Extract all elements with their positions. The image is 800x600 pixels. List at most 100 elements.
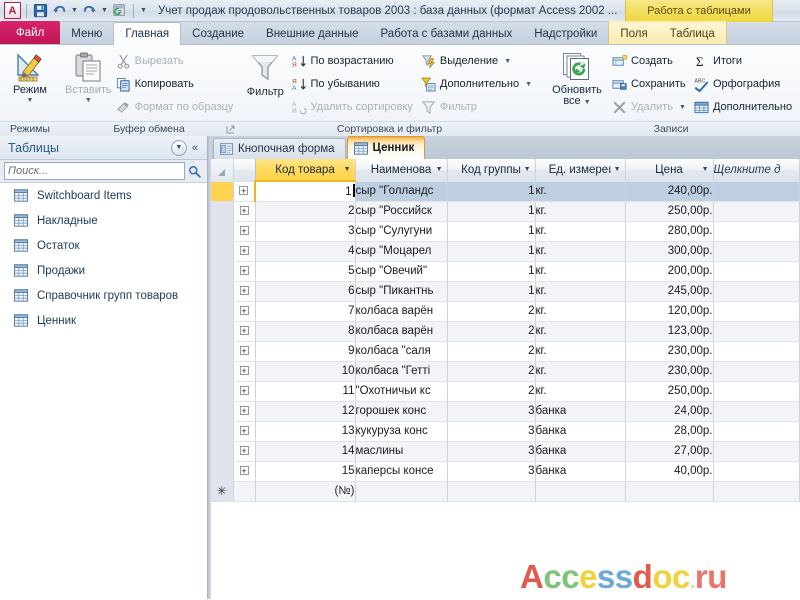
cell-tsena[interactable]: 24,00р. bbox=[625, 401, 714, 422]
row-expand-cell[interactable]: + bbox=[233, 321, 256, 342]
totals-button[interactable]: Σ Итоги bbox=[690, 50, 796, 72]
row-selector[interactable] bbox=[211, 281, 234, 302]
chevron-down-icon[interactable]: ▼ bbox=[344, 166, 351, 173]
table-row[interactable]: + 7 колбаса варён 2 кг. 120,00р. bbox=[211, 301, 800, 322]
row-expand-cell[interactable]: + bbox=[233, 361, 256, 382]
table-row[interactable]: + 11 "Охотничьи кс 2 кг. 250,00р. bbox=[211, 381, 800, 402]
tab-fields[interactable]: Поля bbox=[609, 23, 659, 44]
cell-kod-gruppy[interactable]: 1 bbox=[447, 261, 536, 282]
cell-naimenovanie[interactable]: сыр "Моцарел bbox=[355, 241, 448, 262]
tab-file[interactable]: Файл bbox=[0, 21, 61, 44]
sort-ascending-button[interactable]: АЯ По возрастанию bbox=[288, 50, 417, 72]
table-row[interactable]: + 9 колбаса "саля 2 кг. 230,00р. bbox=[211, 341, 800, 362]
cell-kod-tovara[interactable]: 9 bbox=[255, 341, 356, 362]
cell-ed-izmereniya[interactable]: кг. bbox=[535, 201, 626, 222]
cell-naimenovanie[interactable]: колбаса "Гетті bbox=[355, 361, 448, 382]
cell-ed-izmereniya[interactable]: кг. bbox=[535, 221, 626, 242]
customize-qat-icon[interactable]: ▼ bbox=[139, 2, 148, 19]
cell-ed-izmereniya[interactable]: кг. bbox=[535, 321, 626, 342]
expand-plus-icon[interactable]: + bbox=[239, 326, 249, 336]
row-selector[interactable] bbox=[211, 421, 234, 442]
cell-kod-gruppy[interactable]: 3 bbox=[447, 441, 536, 462]
table-row[interactable]: + 1 сыр "Голландс 1 кг. 240,00р. bbox=[211, 180, 800, 202]
table-row[interactable]: + 14 маслины 3 банка 27,00р. bbox=[211, 441, 800, 462]
column-header-tsena[interactable]: Цена ▼ bbox=[625, 159, 714, 182]
cell-kod-gruppy[interactable]: 2 bbox=[447, 301, 536, 322]
cell-naimenovanie[interactable]: горошек конс bbox=[355, 401, 448, 422]
cell-ed-izmereniya[interactable]: кг. bbox=[535, 181, 626, 202]
expand-plus-icon[interactable]: + bbox=[239, 286, 249, 296]
cell-naimenovanie[interactable]: "Охотничьи кс bbox=[355, 381, 448, 402]
format-painter-button[interactable]: Формат по образцу bbox=[112, 96, 238, 118]
new-record-cell-kod-tovara[interactable]: (№) bbox=[255, 481, 356, 502]
cell-kod-gruppy[interactable]: 1 bbox=[447, 221, 536, 242]
clear-sort-button[interactable]: АЯ Удалить сортировку bbox=[288, 96, 417, 118]
cell-ed-izmereniya[interactable]: банка bbox=[535, 421, 626, 442]
cell-tsena[interactable]: 230,00р. bbox=[625, 361, 714, 382]
tab-addins[interactable]: Надстройки bbox=[523, 23, 608, 44]
cell-tsena[interactable]: 245,00р. bbox=[625, 281, 714, 302]
cell-tsena[interactable]: 250,00р. bbox=[625, 381, 714, 402]
cell-kod-tovara[interactable]: 12 bbox=[255, 401, 356, 422]
chevron-down-icon[interactable]: ▼ bbox=[614, 166, 621, 173]
table-row[interactable]: + 4 сыр "Моцарел 1 кг. 300,00р. bbox=[211, 241, 800, 262]
cell-tsena[interactable]: 123,00р. bbox=[625, 321, 714, 342]
cell-kod-gruppy[interactable]: 1 bbox=[447, 181, 536, 202]
cell-kod-tovara[interactable]: 7 bbox=[255, 301, 356, 322]
cell-ed-izmereniya[interactable]: кг. bbox=[535, 301, 626, 322]
copy-button[interactable]: Копировать bbox=[112, 73, 238, 95]
row-selector[interactable] bbox=[211, 321, 234, 342]
table-row[interactable]: + 12 горошек конс 3 банка 24,00р. bbox=[211, 401, 800, 422]
collapse-pane-icon[interactable]: « bbox=[187, 142, 203, 154]
cell-kod-gruppy[interactable]: 3 bbox=[447, 401, 536, 422]
cell-tsena[interactable]: 250,00р. bbox=[625, 201, 714, 222]
row-selector[interactable] bbox=[211, 461, 234, 482]
spelling-button[interactable]: ABC Орфография bbox=[690, 73, 796, 95]
tab-database-tools[interactable]: Работа с базами данных bbox=[370, 23, 524, 44]
nav-item-spravochnik-grupp-tovarov[interactable]: Справочник групп товаров bbox=[0, 283, 207, 308]
paste-button[interactable]: Вставить ▼ bbox=[65, 48, 112, 104]
table-row[interactable]: + 15 каперсы консе 3 банка 40,00р. bbox=[211, 461, 800, 482]
cut-button[interactable]: Вырезать bbox=[112, 50, 238, 72]
cell-kod-tovara[interactable]: 1 bbox=[254, 180, 356, 202]
cell-ed-izmereniya[interactable]: банка bbox=[535, 461, 626, 482]
doc-tab-switchboard-form[interactable]: Кнопочная форма bbox=[213, 138, 346, 159]
delete-record-caret-icon[interactable]: ▼ bbox=[679, 104, 686, 111]
row-expand-cell[interactable]: + bbox=[233, 421, 256, 442]
expand-plus-icon[interactable]: + bbox=[239, 266, 249, 276]
cell-tsena[interactable]: 300,00р. bbox=[625, 241, 714, 262]
cell-kod-gruppy[interactable]: 2 bbox=[447, 321, 536, 342]
cell-naimenovanie[interactable]: колбаса варён bbox=[355, 321, 448, 342]
cell-kod-gruppy[interactable]: 1 bbox=[447, 281, 536, 302]
advanced-filter-button[interactable]: Дополнительно ▼ bbox=[417, 73, 536, 95]
row-expand-cell[interactable]: + bbox=[233, 201, 256, 222]
chevron-down-icon[interactable]: ▼ bbox=[171, 139, 187, 156]
cell-naimenovanie[interactable]: маслины bbox=[355, 441, 448, 462]
nav-item-prodazhi[interactable]: Продажи bbox=[0, 258, 207, 283]
chevron-down-icon[interactable]: ▼ bbox=[524, 166, 531, 173]
tab-home[interactable]: Главная bbox=[113, 22, 182, 45]
cell-kod-gruppy[interactable]: 2 bbox=[447, 341, 536, 362]
table-row[interactable]: + 3 сыр "Сулугуни 1 кг. 280,00р. bbox=[211, 221, 800, 242]
new-record-selector[interactable]: ✳ bbox=[211, 481, 234, 502]
navigation-pane-header[interactable]: Таблицы ▼ « bbox=[0, 136, 207, 160]
expand-plus-icon[interactable]: + bbox=[239, 406, 249, 416]
nav-item-nakladnye[interactable]: Накладные bbox=[0, 208, 207, 233]
cell-ed-izmereniya[interactable]: кг. bbox=[535, 241, 626, 262]
cell-kod-gruppy[interactable]: 2 bbox=[447, 361, 536, 382]
cell-kod-tovara[interactable]: 14 bbox=[255, 441, 356, 462]
nav-item-tsennik[interactable]: Ценник bbox=[0, 308, 207, 333]
clipboard-dialog-launcher-icon[interactable] bbox=[226, 124, 235, 134]
redo-icon[interactable] bbox=[81, 2, 98, 19]
search-icon[interactable] bbox=[185, 165, 203, 178]
new-record-cell-ed-izmereniya[interactable] bbox=[535, 481, 626, 502]
row-expand-cell[interactable]: + bbox=[233, 401, 256, 422]
cell-tsena[interactable]: 28,00р. bbox=[625, 421, 714, 442]
row-expand-cell[interactable]: + bbox=[233, 281, 256, 302]
cell-tsena[interactable]: 120,00р. bbox=[625, 301, 714, 322]
cell-kod-gruppy[interactable]: 3 bbox=[447, 421, 536, 442]
cell-kod-gruppy[interactable]: 1 bbox=[447, 201, 536, 222]
cell-kod-tovara[interactable]: 5 bbox=[255, 261, 356, 282]
table-row[interactable]: + 13 кукуруза конс 3 банка 28,00р. bbox=[211, 421, 800, 442]
cell-kod-gruppy[interactable]: 3 bbox=[447, 461, 536, 482]
